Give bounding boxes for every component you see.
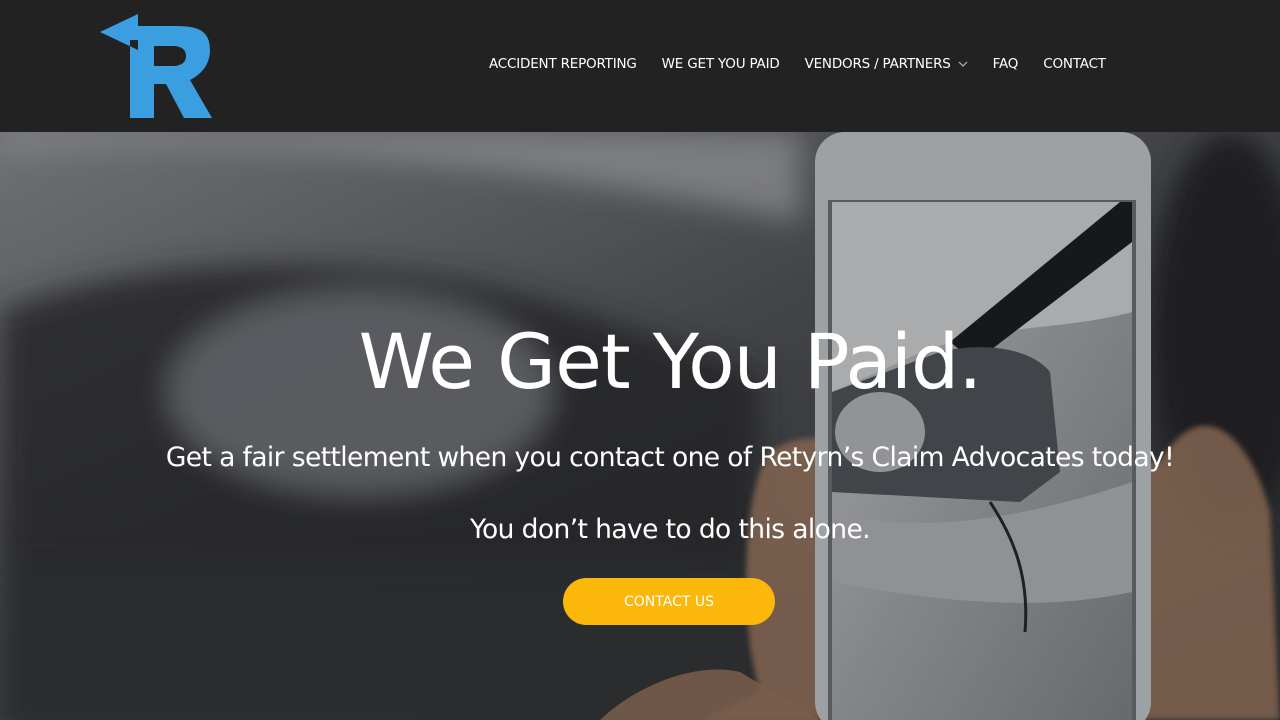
nav-vendors-partners[interactable]: VENDORS / PARTNERS [805,56,968,72]
hero-overlay [0,132,1280,720]
nav-we-get-you-paid[interactable]: WE GET YOU PAID [662,56,780,72]
nav-label: VENDORS / PARTNERS [804,56,951,72]
hero-section: We Get You Paid. Get a fair settlement w… [0,132,1280,720]
nav-label: CONTACT [1043,56,1106,72]
contact-us-button[interactable]: CONTACT US [563,578,775,625]
nav-label: WE GET YOU PAID [661,56,780,72]
hero-tagline: You don’t have to do this alone. [469,514,871,545]
main-nav: ACCIDENT REPORTING WE GET YOU PAID VENDO… [489,56,1106,72]
retyrn-logo[interactable] [98,10,218,120]
nav-faq[interactable]: FAQ [993,56,1019,72]
hero-title: We Get You Paid. [358,317,983,406]
nav-contact[interactable]: CONTACT [1043,56,1106,72]
site-header: ACCIDENT REPORTING WE GET YOU PAID VENDO… [0,0,1280,132]
hero-subtitle: Get a fair settlement when you contact o… [165,442,1175,473]
nav-accident-reporting[interactable]: ACCIDENT REPORTING [489,56,637,72]
chevron-down-icon [958,61,968,67]
nav-label: FAQ [992,56,1019,72]
nav-label: ACCIDENT REPORTING [489,56,637,72]
